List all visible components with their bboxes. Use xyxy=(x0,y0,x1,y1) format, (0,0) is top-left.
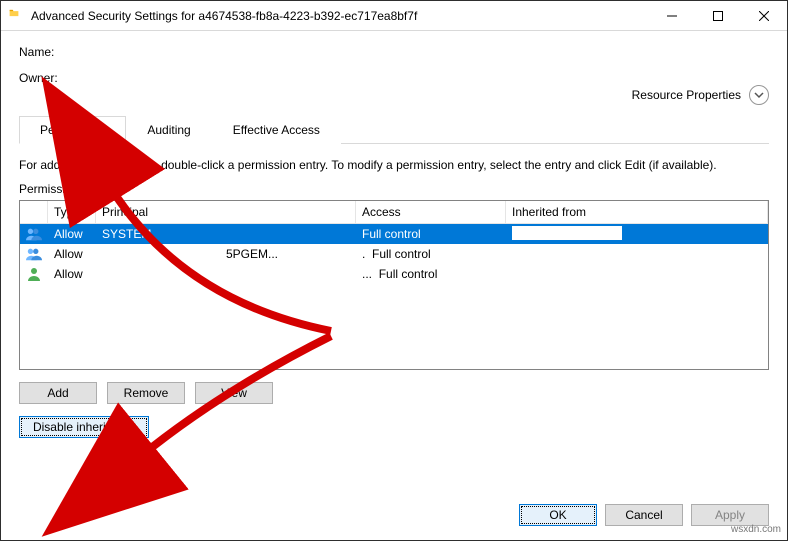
permission-entries-grid: Type Principal Access Inherited from All… xyxy=(19,200,769,370)
tab-auditing[interactable]: Auditing xyxy=(126,116,211,144)
remove-button[interactable]: Remove xyxy=(107,382,185,404)
cell-access: . Full control xyxy=(356,245,506,263)
grid-header: Type Principal Access Inherited from xyxy=(20,201,768,224)
window-controls xyxy=(649,1,787,30)
chevron-down-icon xyxy=(749,85,769,105)
col-header-inherited[interactable]: Inherited from xyxy=(506,201,768,224)
owner-label: Owner: xyxy=(19,71,769,85)
cell-principal: SYSTEM xyxy=(96,225,356,243)
tabs: Permissions Auditing Effective Access xyxy=(19,115,769,144)
col-header-icon[interactable] xyxy=(20,201,48,224)
cell-principal xyxy=(96,272,356,276)
cell-principal: 5PGEM... xyxy=(96,245,356,263)
close-button[interactable] xyxy=(741,1,787,30)
group-icon xyxy=(20,225,48,243)
window-title: Advanced Security Settings for a4674538-… xyxy=(31,9,649,23)
watermark: wsxdn.com xyxy=(731,524,781,535)
name-label: Name: xyxy=(19,45,769,59)
dialog-body: Name: Owner: Resource Properties Permiss… xyxy=(1,31,787,540)
add-button[interactable]: Add xyxy=(19,382,97,404)
titlebar: Advanced Security Settings for a4674538-… xyxy=(1,1,787,31)
cell-type: Allow xyxy=(48,265,96,283)
table-row[interactable]: Allow SYSTEM Full control xyxy=(20,224,768,244)
dialog-footer: OK Cancel Apply xyxy=(519,504,769,526)
view-button[interactable]: View xyxy=(195,382,273,404)
cell-access: Full control xyxy=(356,225,506,243)
group-icon xyxy=(20,245,48,263)
col-header-type[interactable]: Type xyxy=(48,201,96,224)
tab-effective-access[interactable]: Effective Access xyxy=(212,116,341,144)
tab-permissions[interactable]: Permissions xyxy=(19,116,126,144)
resource-properties-button[interactable]: Resource Properties xyxy=(632,85,769,105)
table-row[interactable]: Allow ... Full control xyxy=(20,264,768,284)
col-header-principal[interactable]: Principal xyxy=(96,201,356,224)
cell-inherited xyxy=(506,272,768,276)
entry-buttons: Add Remove View xyxy=(19,382,769,404)
folder-icon xyxy=(9,8,25,24)
cell-access: ... Full control xyxy=(356,265,506,283)
permission-entries-label: Permission entries: xyxy=(19,182,769,196)
help-text: For additional information, double-click… xyxy=(19,158,769,172)
cell-inherited xyxy=(506,252,768,256)
apply-button[interactable]: Apply xyxy=(691,504,769,526)
cancel-button[interactable]: Cancel xyxy=(605,504,683,526)
cell-type: Allow xyxy=(48,225,96,243)
cell-type: Allow xyxy=(48,245,96,263)
col-header-access[interactable]: Access xyxy=(356,201,506,224)
table-row[interactable]: Allow 5PGEM... . Full control xyxy=(20,244,768,264)
cell-inherited xyxy=(506,224,768,245)
minimize-button[interactable] xyxy=(649,1,695,30)
maximize-button[interactable] xyxy=(695,1,741,30)
resource-properties-label: Resource Properties xyxy=(632,88,741,102)
ok-button[interactable]: OK xyxy=(519,504,597,526)
person-icon xyxy=(20,265,48,283)
disable-inheritance-button[interactable]: Disable inheritance xyxy=(19,416,149,438)
security-settings-window: Advanced Security Settings for a4674538-… xyxy=(0,0,788,541)
